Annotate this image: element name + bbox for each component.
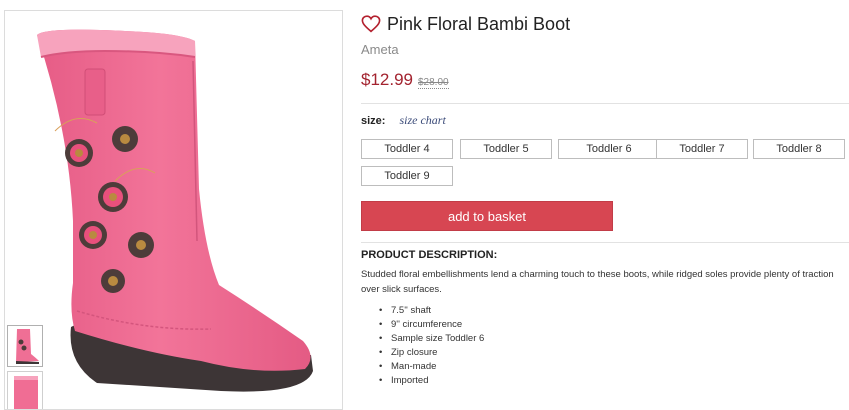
feature-list: 7.5'' shaft 9'' circumference Sample siz… xyxy=(361,304,484,388)
size-row: size: size chart xyxy=(361,113,446,128)
size-option-toddler-5[interactable]: Toddler 5 xyxy=(460,139,552,159)
size-option-toddler-4[interactable]: Toddler 4 xyxy=(361,139,453,159)
description-text: Studded floral embellishments lend a cha… xyxy=(361,269,834,295)
feature-item: Sample size Toddler 6 xyxy=(379,332,484,346)
divider xyxy=(361,103,849,104)
feature-item: Man-made xyxy=(379,360,484,374)
main-product-image xyxy=(4,10,343,410)
heart-outline-icon[interactable] xyxy=(361,15,381,33)
sale-price: $12.99 xyxy=(361,70,413,89)
product-brand: Ameta xyxy=(361,42,399,57)
boot-illustration xyxy=(37,29,313,392)
size-option-toddler-8[interactable]: Toddler 8 xyxy=(753,139,845,159)
size-option-toddler-7[interactable]: Toddler 7 xyxy=(656,139,748,159)
size-chart-link[interactable]: size chart xyxy=(399,113,445,128)
size-option-toddler-9[interactable]: Toddler 9 xyxy=(361,166,453,186)
feature-item: Zip closure xyxy=(379,346,484,360)
divider xyxy=(361,242,849,243)
size-option-toddler-6[interactable]: Toddler 6 xyxy=(558,139,660,159)
price-row: $12.99 $28.00 xyxy=(361,70,449,90)
feature-item: Imported xyxy=(379,374,484,388)
feature-item: 9'' circumference xyxy=(379,318,484,332)
feature-item: 7.5'' shaft xyxy=(379,304,484,318)
size-label: size: xyxy=(361,115,386,127)
original-price: $28.00 xyxy=(418,77,449,89)
thumbnail-2[interactable] xyxy=(7,371,43,409)
description-heading: PRODUCT DESCRIPTION: xyxy=(361,249,498,261)
title-row: Pink Floral Bambi Boot xyxy=(361,11,570,37)
add-to-basket-button[interactable]: add to basket xyxy=(361,201,613,231)
thumbnail-1[interactable] xyxy=(7,325,43,367)
product-title: Pink Floral Bambi Boot xyxy=(387,13,571,34)
